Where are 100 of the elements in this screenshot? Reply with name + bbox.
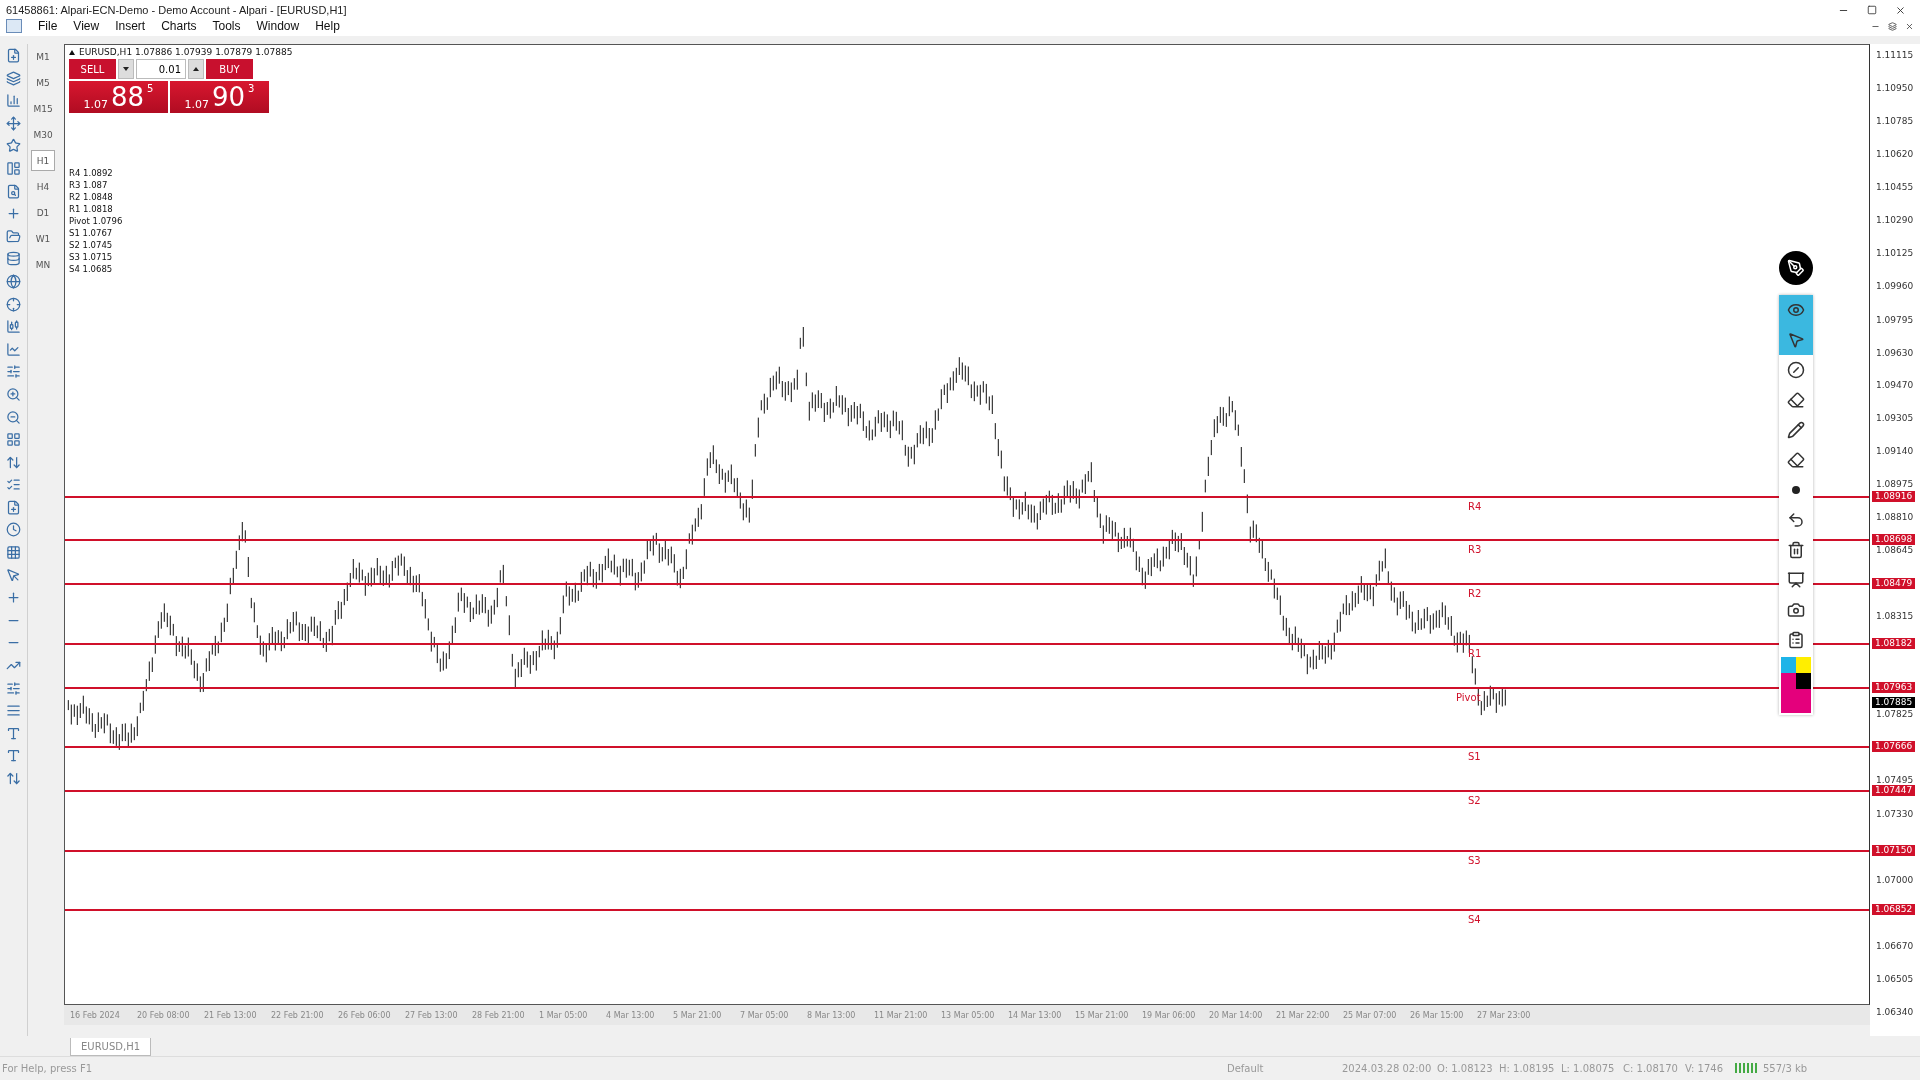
eye-tool-button[interactable]: [1779, 295, 1813, 325]
time-label: 20 Feb 08:00: [137, 1010, 191, 1022]
timeframe-button[interactable]: M1: [31, 46, 55, 67]
time-label: 8 Mar 13:00: [807, 1010, 857, 1022]
volume-field[interactable]: 0.01: [136, 59, 186, 79]
grid-icon[interactable]: [6, 432, 21, 448]
pen-logo-icon[interactable]: [1779, 251, 1813, 285]
menu-item[interactable]: Tools: [206, 19, 247, 33]
collapse-icon[interactable]: [69, 49, 75, 55]
pivot-value: R4 1.0892: [69, 167, 114, 179]
clipboard-tool-button[interactable]: [1779, 625, 1813, 655]
clock-icon[interactable]: [6, 522, 21, 538]
price-tag: 1.08698: [1872, 534, 1916, 546]
chart-tab[interactable]: EURUSD,H1: [70, 1038, 151, 1056]
pointer-tool-button[interactable]: [1779, 325, 1813, 355]
label-icon[interactable]: [6, 748, 21, 764]
volume-value: V: 1746: [1685, 1062, 1725, 1074]
template-icon[interactable]: [6, 499, 21, 515]
price-tag: 1.06852: [1872, 904, 1916, 916]
maximize-icon: [1867, 5, 1877, 15]
maximize-button[interactable]: [1867, 5, 1877, 16]
pivot-value: Pivot 1.0796: [69, 215, 123, 227]
line-chart-icon[interactable]: [6, 341, 21, 357]
plus-icon[interactable]: [6, 206, 21, 222]
eye-icon: [1787, 301, 1805, 319]
panel-icon[interactable]: [6, 160, 21, 176]
database-icon[interactable]: [6, 251, 21, 267]
increase-button[interactable]: [188, 59, 204, 79]
caret-icon: [123, 67, 129, 71]
menu-item[interactable]: View: [67, 19, 106, 33]
list-icon[interactable]: [6, 477, 21, 493]
sliders-icon[interactable]: [6, 364, 21, 380]
pencil-icon: [1787, 421, 1805, 439]
price-label: 1.06670: [1875, 939, 1914, 952]
candlestick-icon[interactable]: [6, 319, 21, 335]
timeframe-button[interactable]: MN: [31, 254, 55, 275]
window-title: 61458861: Alpari-ECN-Demo - Demo Account - Alpari - [EURUSD,H1]: [6, 5, 347, 16]
windows-icon[interactable]: [6, 70, 21, 86]
pivot-value: R2 1.0848: [69, 191, 114, 203]
zoom-in-icon[interactable]: [6, 386, 21, 402]
time-label: 21 Mar 22:00: [1276, 1010, 1331, 1022]
search-icon[interactable]: [6, 183, 21, 199]
time-label: 20 Mar 14:00: [1209, 1010, 1264, 1022]
price-label: 1.09140: [1875, 444, 1914, 457]
restore-icon: [1888, 21, 1897, 31]
pivot-line-label: S4: [1468, 914, 1481, 926]
pivot-value: S2 1.0745: [69, 239, 114, 251]
price-label: 1.06505: [1875, 972, 1914, 985]
zoom-out-icon[interactable]: [6, 409, 21, 425]
timeframe-button[interactable]: M30: [31, 124, 55, 145]
buy-button[interactable]: BUY: [206, 59, 253, 79]
price-tag: 1.07150: [1872, 844, 1916, 856]
move-icon[interactable]: [6, 115, 21, 131]
price-label: 1.09305: [1875, 411, 1914, 424]
timeframe-button[interactable]: H1: [31, 150, 55, 171]
traffic-value: 557/3 kb: [1763, 1062, 1809, 1074]
timeframe-button[interactable]: W1: [31, 228, 55, 249]
clipboard-icon: [1787, 631, 1805, 649]
folder-icon[interactable]: [6, 228, 21, 244]
decrease-button[interactable]: [118, 59, 134, 79]
trash-icon: [1787, 541, 1805, 559]
close-icon: [1895, 5, 1906, 16]
text-icon[interactable]: [6, 725, 21, 741]
timeframe-button[interactable]: M15: [31, 98, 55, 119]
price-label: 1.07330: [1875, 807, 1914, 820]
sell-button[interactable]: SELL: [69, 59, 116, 79]
pivot-value: R1 1.0818: [69, 203, 114, 215]
camera-icon: [1787, 601, 1805, 619]
close-button[interactable]: [1895, 5, 1906, 16]
arrows-icon[interactable]: [6, 771, 21, 786]
profile-name: Default: [1227, 1062, 1265, 1074]
timeframe-button[interactable]: H4: [31, 176, 55, 197]
menu-item[interactable]: Insert: [109, 19, 152, 33]
price-label: 1.10455: [1875, 181, 1914, 194]
price-label: 1.09630: [1875, 346, 1914, 359]
menu-item[interactable]: File: [32, 19, 64, 33]
timeframe-button[interactable]: M5: [31, 72, 55, 93]
price-tag: 1.07963: [1872, 681, 1916, 693]
new-chart-icon[interactable]: [6, 48, 21, 63]
time-label: 25 Mar 07:00: [1343, 1010, 1398, 1022]
star-icon[interactable]: [6, 138, 21, 154]
close-button[interactable]: [1905, 21, 1914, 31]
chart-icon[interactable]: [6, 93, 21, 109]
globe-icon[interactable]: [6, 273, 21, 289]
menu-item[interactable]: Help: [309, 19, 346, 33]
menu-item[interactable]: Charts: [155, 19, 203, 33]
price-label: 1.10620: [1875, 148, 1914, 161]
time-label: 28 Feb 21:00: [472, 1010, 526, 1022]
restore-button[interactable]: [1888, 21, 1897, 31]
price-label: 1.10290: [1875, 214, 1914, 227]
price-label: 1.08810: [1875, 510, 1914, 523]
menu-item[interactable]: Window: [250, 19, 306, 33]
scroll-icon[interactable]: [6, 454, 21, 470]
cursor-icon[interactable]: [6, 567, 21, 583]
close-value: C: 1.08170: [1623, 1062, 1679, 1074]
pivot-value: S3 1.0715: [69, 251, 114, 263]
color-palette[interactable]: [1781, 657, 1811, 713]
price-tag: 1.07666: [1872, 741, 1916, 753]
price-label: 1.11115: [1875, 49, 1914, 61]
timeframe-button[interactable]: D1: [31, 202, 55, 223]
